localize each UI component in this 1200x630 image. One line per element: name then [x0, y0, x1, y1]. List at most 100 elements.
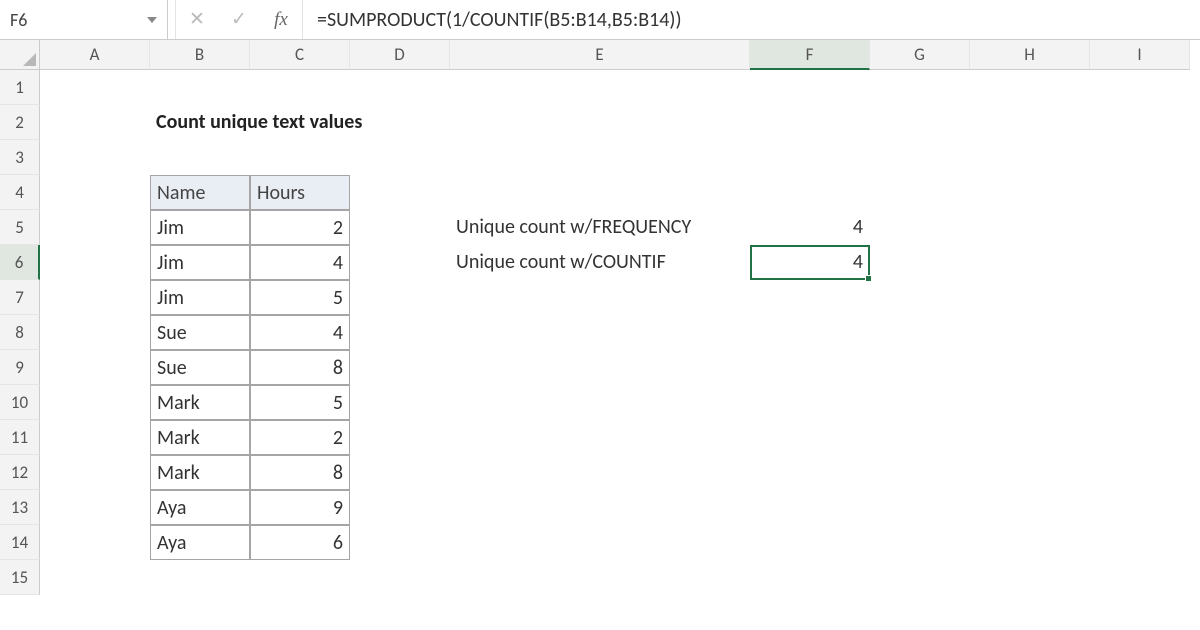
- cell[interactable]: [750, 350, 870, 385]
- enter-button[interactable]: ✓: [218, 0, 260, 39]
- cell[interactable]: [750, 525, 870, 560]
- grid[interactable]: ABCDEFGHI Count unique text: [40, 40, 1200, 595]
- row-header[interactable]: 9: [0, 350, 40, 385]
- row-header[interactable]: 1: [0, 70, 40, 105]
- table-cell[interactable]: Jim: [150, 210, 250, 245]
- cell[interactable]: [150, 140, 250, 175]
- cell[interactable]: [250, 70, 350, 105]
- table-cell[interactable]: 4: [250, 245, 350, 280]
- cell[interactable]: [750, 70, 870, 105]
- table-cell[interactable]: Sue: [150, 350, 250, 385]
- column-header[interactable]: D: [350, 40, 450, 70]
- cell[interactable]: [450, 315, 750, 350]
- table-cell[interactable]: 4: [250, 315, 350, 350]
- row-header[interactable]: 15: [0, 560, 40, 595]
- cell[interactable]: [1090, 175, 1190, 210]
- cell[interactable]: [870, 420, 970, 455]
- cell[interactable]: Unique count w/FREQUENCY: [450, 210, 750, 245]
- table-cell[interactable]: 9: [250, 490, 350, 525]
- cell[interactable]: [870, 490, 970, 525]
- cell[interactable]: [970, 560, 1090, 595]
- column-header[interactable]: C: [250, 40, 350, 70]
- cell[interactable]: [450, 420, 750, 455]
- cell[interactable]: [870, 140, 970, 175]
- table-cell[interactable]: Mark: [150, 455, 250, 490]
- cell[interactable]: [350, 280, 450, 315]
- cell[interactable]: Unique count w/COUNTIF: [450, 245, 750, 280]
- cell[interactable]: [1090, 350, 1190, 385]
- cell[interactable]: [350, 210, 450, 245]
- cell[interactable]: [40, 140, 150, 175]
- column-header[interactable]: A: [40, 40, 150, 70]
- cell[interactable]: [350, 70, 450, 105]
- cell[interactable]: [450, 525, 750, 560]
- cell[interactable]: [1090, 280, 1190, 315]
- table-header[interactable]: Hours: [250, 175, 350, 210]
- cell[interactable]: 4: [750, 210, 870, 245]
- table-cell[interactable]: Mark: [150, 385, 250, 420]
- cell[interactable]: [40, 350, 150, 385]
- cancel-button[interactable]: ✕: [176, 0, 218, 39]
- cell[interactable]: [450, 350, 750, 385]
- cell[interactable]: [450, 280, 750, 315]
- cell[interactable]: [350, 105, 450, 140]
- cell[interactable]: [350, 560, 450, 595]
- cell[interactable]: [970, 210, 1090, 245]
- cell[interactable]: [750, 455, 870, 490]
- cell[interactable]: [870, 245, 970, 280]
- column-header[interactable]: H: [970, 40, 1090, 70]
- cell[interactable]: [870, 385, 970, 420]
- active-cell[interactable]: 4: [750, 245, 870, 280]
- cell[interactable]: [750, 560, 870, 595]
- cell[interactable]: [450, 140, 750, 175]
- cell[interactable]: [750, 490, 870, 525]
- cell[interactable]: [40, 315, 150, 350]
- cell[interactable]: [970, 420, 1090, 455]
- cell[interactable]: [450, 490, 750, 525]
- table-cell[interactable]: Mark: [150, 420, 250, 455]
- cell[interactable]: [1090, 315, 1190, 350]
- cell[interactable]: [250, 105, 350, 140]
- cell[interactable]: [350, 455, 450, 490]
- row-header[interactable]: 2: [0, 105, 40, 140]
- cell[interactable]: [970, 385, 1090, 420]
- cell[interactable]: [350, 490, 450, 525]
- cell[interactable]: [750, 140, 870, 175]
- cell[interactable]: [350, 525, 450, 560]
- name-box[interactable]: F6: [0, 0, 168, 39]
- cell[interactable]: [970, 315, 1090, 350]
- cell[interactable]: [970, 245, 1090, 280]
- cell[interactable]: [40, 385, 150, 420]
- row-header[interactable]: 3: [0, 140, 40, 175]
- cell[interactable]: [40, 560, 150, 595]
- row-header[interactable]: 7: [0, 280, 40, 315]
- table-cell[interactable]: Aya: [150, 490, 250, 525]
- cell[interactable]: [870, 525, 970, 560]
- column-header[interactable]: G: [870, 40, 970, 70]
- row-header[interactable]: 11: [0, 420, 40, 455]
- row-header[interactable]: 5: [0, 210, 40, 245]
- cell[interactable]: [750, 420, 870, 455]
- cell[interactable]: [750, 175, 870, 210]
- cell[interactable]: [250, 560, 350, 595]
- cell[interactable]: [870, 315, 970, 350]
- cell[interactable]: [870, 350, 970, 385]
- cell[interactable]: [350, 175, 450, 210]
- cell[interactable]: [1090, 70, 1190, 105]
- cell[interactable]: [150, 560, 250, 595]
- cell[interactable]: [870, 210, 970, 245]
- cell[interactable]: [970, 525, 1090, 560]
- cell[interactable]: [870, 455, 970, 490]
- table-cell[interactable]: 8: [250, 350, 350, 385]
- formula-input[interactable]: =SUMPRODUCT(1/COUNTIF(B5:B14,B5:B14)): [302, 0, 1200, 39]
- chevron-down-icon[interactable]: [147, 17, 157, 23]
- table-cell[interactable]: 5: [250, 280, 350, 315]
- cell[interactable]: [450, 175, 750, 210]
- cell[interactable]: [970, 175, 1090, 210]
- cell[interactable]: [40, 105, 150, 140]
- cell[interactable]: [970, 455, 1090, 490]
- cell[interactable]: [750, 315, 870, 350]
- cell[interactable]: [1090, 210, 1190, 245]
- cell[interactable]: [40, 175, 150, 210]
- cell[interactable]: [1090, 140, 1190, 175]
